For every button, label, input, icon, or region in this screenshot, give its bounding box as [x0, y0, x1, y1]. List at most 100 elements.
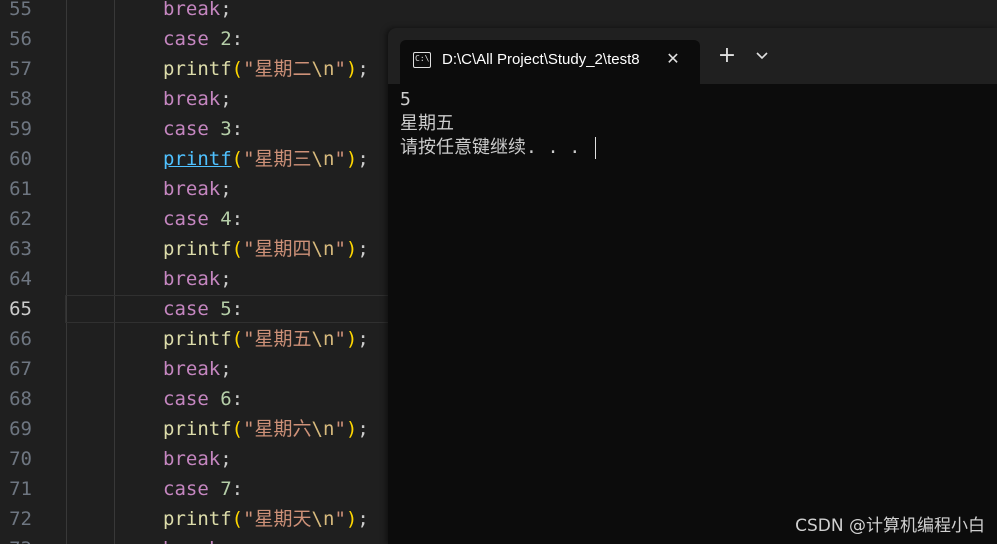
pause-prompt: 请按任意键继续. . .	[400, 137, 592, 158]
line-code: printf("星期二\n");	[163, 54, 369, 84]
new-tab-button[interactable]: +	[713, 42, 741, 70]
line-number: 65	[9, 298, 32, 320]
line-number: 58	[9, 88, 32, 110]
code-token: break	[163, 448, 221, 470]
code-token: ;	[357, 148, 369, 170]
line-number: 71	[9, 478, 32, 500]
code-token: (	[231, 238, 244, 260]
watermark: CSDN @计算机编程小白	[795, 516, 985, 536]
code-token: printf	[163, 328, 232, 350]
line-code: printf("星期三\n");	[163, 144, 369, 174]
line-code: break;	[163, 0, 232, 24]
code-token: \n	[311, 328, 335, 350]
line-number: 68	[9, 388, 32, 410]
code-token: (	[231, 58, 244, 80]
code-token: ;	[357, 418, 369, 440]
output-line: 请按任意键继续. . .	[400, 136, 990, 160]
line-number: 64	[9, 268, 32, 290]
line-code: printf("星期六\n");	[163, 414, 369, 444]
line-number: 69	[9, 418, 32, 440]
code-token: 5	[220, 298, 232, 320]
output-line: 5	[400, 89, 411, 110]
code-token: (	[231, 418, 244, 440]
code-token: )	[345, 58, 358, 80]
code-token: \n	[311, 238, 335, 260]
code-token: \n	[311, 418, 335, 440]
close-icon[interactable]: ✕	[662, 48, 684, 70]
code-token: \n	[311, 508, 335, 530]
line-number: 55	[9, 0, 32, 20]
code-token: "	[334, 508, 346, 530]
line-number: 61	[9, 178, 32, 200]
code-token: printf	[163, 58, 232, 80]
code-token: ;	[357, 508, 369, 530]
code-token: "星期五	[243, 328, 312, 350]
terminal-window[interactable]: C:\ D:\C\All Project\Study_2\test8 ✕ + 5…	[388, 28, 997, 544]
code-token: )	[345, 418, 358, 440]
code-token: case	[163, 28, 221, 50]
code-token: break	[163, 88, 221, 110]
line-number: 57	[9, 58, 32, 80]
code-token: printf	[163, 148, 232, 170]
code-token: case	[163, 388, 221, 410]
line-code: case 4:	[163, 204, 243, 234]
code-token: ;	[220, 178, 232, 200]
console-icon: C:\	[413, 52, 431, 68]
code-token: :	[231, 208, 244, 230]
code-token: "	[334, 238, 346, 260]
tab-dropdown-button[interactable]	[750, 42, 776, 70]
code-token: 3	[220, 118, 232, 140]
code-token: "	[334, 328, 346, 350]
code-token: 2	[220, 28, 232, 50]
code-token: ;	[220, 0, 232, 20]
line-code: break;	[163, 444, 232, 474]
code-token: ;	[220, 538, 231, 544]
code-token: ;	[220, 268, 232, 290]
code-token: printf	[163, 418, 232, 440]
code-token: break	[163, 178, 221, 200]
code-token: "	[334, 58, 346, 80]
line-number: 60	[9, 148, 32, 170]
code-token: (	[231, 148, 244, 170]
line-code: case 6:	[163, 384, 243, 414]
tab-title: D:\C\All Project\Study_2\test8	[442, 51, 640, 68]
code-token: "星期二	[243, 58, 312, 80]
line-number: 67	[9, 358, 32, 380]
code-line[interactable]: 55 break;	[0, 0, 997, 24]
code-token: case	[163, 298, 221, 320]
code-token: :	[231, 298, 244, 320]
code-token: \n	[311, 58, 335, 80]
line-code: break;	[163, 264, 232, 294]
code-token: 6	[220, 388, 232, 410]
code-token: (	[231, 508, 244, 530]
code-token: :	[231, 28, 244, 50]
line-number: 62	[9, 208, 32, 230]
code-token: break	[163, 358, 221, 380]
line-number: 70	[9, 448, 32, 470]
terminal-output[interactable]: 5 星期五 请按任意键继续. . .	[400, 88, 990, 160]
output-line: 星期五	[400, 113, 454, 134]
code-token: break	[163, 538, 220, 544]
code-token: ;	[220, 358, 232, 380]
console-icon-label: C:\	[415, 54, 430, 63]
code-token: break	[163, 0, 221, 20]
line-number: 63	[9, 238, 32, 260]
line-code: break;	[163, 174, 232, 204]
line-code: break;	[163, 84, 232, 114]
code-token: case	[163, 118, 221, 140]
terminal-tab[interactable]: C:\ D:\C\All Project\Study_2\test8 ✕	[400, 40, 700, 84]
line-number: 73	[0, 534, 32, 544]
code-token: \n	[311, 148, 335, 170]
code-token: "	[334, 148, 346, 170]
code-token: printf	[163, 238, 232, 260]
code-token: case	[163, 208, 221, 230]
line-code: case 7:	[163, 474, 243, 504]
code-token: )	[345, 238, 358, 260]
line-number: 72	[9, 508, 32, 530]
code-token: :	[231, 118, 244, 140]
line-code: printf("星期天\n");	[163, 504, 369, 534]
line-code: printf("星期四\n");	[163, 234, 369, 264]
line-code: case 3:	[163, 114, 243, 144]
code-token: "星期三	[243, 148, 312, 170]
code-token: )	[345, 508, 358, 530]
